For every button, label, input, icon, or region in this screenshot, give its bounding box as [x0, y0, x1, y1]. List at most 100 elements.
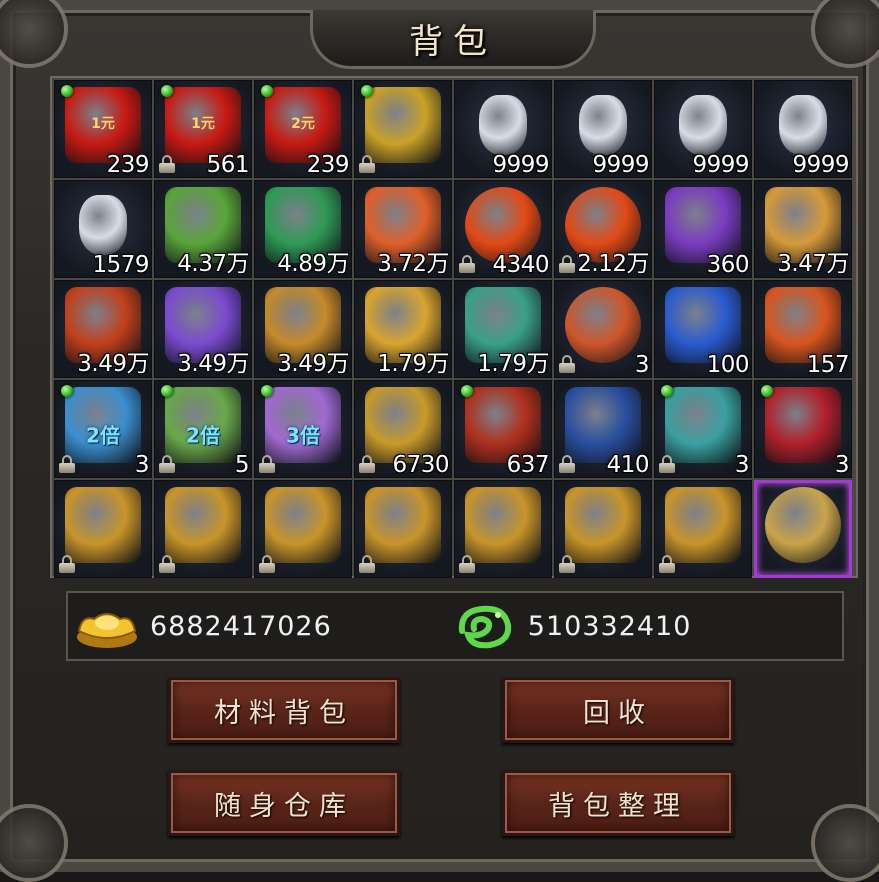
item-count: 3.49万 [177, 351, 249, 377]
lock-icon [259, 455, 275, 473]
inventory-slot[interactable]: 2倍 3 [54, 380, 152, 478]
inventory-slot[interactable]: 3倍 [254, 380, 352, 478]
lock-icon [359, 455, 375, 473]
item-count: 157 [806, 352, 850, 378]
item-count: 4.37万 [177, 251, 249, 277]
inventory-slot[interactable]: 1579 [54, 180, 152, 278]
inventory-slot[interactable]: 4.37万 [154, 180, 252, 278]
inventory-slot[interactable] [154, 480, 252, 578]
materials-bag-button[interactable]: 材料背包 [168, 677, 400, 743]
golden-ox-icon [65, 487, 141, 564]
inventory-slot[interactable]: 2倍 5 [154, 380, 252, 478]
green-gem-indicator-icon [61, 85, 73, 97]
gold-coin-icon [765, 487, 841, 564]
item-count: 239 [306, 152, 350, 178]
item-count: 3 [734, 452, 750, 478]
green-gem-indicator-icon [761, 385, 773, 397]
item-count: 637 [506, 452, 550, 478]
item-count: 360 [706, 252, 750, 278]
inventory-slot[interactable]: 360 [654, 180, 752, 278]
green-gem-indicator-icon [261, 385, 273, 397]
inventory-slot[interactable]: 4.89万 [254, 180, 352, 278]
bottom-left-ornament [0, 804, 68, 882]
item-count: 2.12万 [577, 251, 649, 277]
item-count: 3 [834, 452, 850, 478]
red-crystal-ball-icon [565, 287, 641, 364]
lock-icon [559, 355, 575, 373]
lock-icon [259, 555, 275, 573]
golden-dragon-icon [465, 487, 541, 564]
white-potion-bottle-icon [479, 95, 527, 156]
inventory-slot[interactable]: 3 [754, 380, 852, 478]
portable-storage-button[interactable]: 随身仓库 [168, 770, 400, 836]
inventory-slot[interactable] [654, 480, 752, 578]
item-count: 239 [106, 152, 150, 178]
inventory-slot[interactable]: 4340 [454, 180, 552, 278]
gold-book-icon [365, 87, 441, 164]
inventory-grid-frame: 1元 239 1元 561 2元 239 9999 9999 9999 9999 1579 4.37万… [50, 76, 858, 578]
window-title: 背包 [409, 21, 497, 62]
inventory-slot[interactable]: 6730 [354, 380, 452, 478]
item-count: 1.79万 [377, 351, 449, 377]
inventory-slot[interactable]: 3.49万 [254, 280, 352, 378]
inventory-slot[interactable]: 1元 561 [154, 80, 252, 178]
inventory-slot[interactable]: 1.79万 [354, 280, 452, 378]
inventory-slot[interactable]: 100 [654, 280, 752, 378]
inventory-slot[interactable] [254, 480, 352, 578]
inventory-slot[interactable]: 9999 [654, 80, 752, 178]
golden-horse-icon [665, 487, 741, 564]
item-count: 1.79万 [477, 351, 549, 377]
green-gem-indicator-icon [461, 385, 473, 397]
inventory-slot[interactable]: 3.49万 [54, 280, 152, 378]
inventory-slot[interactable] [554, 480, 652, 578]
item-count: 4340 [492, 252, 549, 278]
inventory-slot[interactable] [354, 80, 452, 178]
item-label: 3倍 [286, 423, 320, 448]
golden-rabbit-icon [365, 487, 441, 564]
white-potion-bottle-icon [579, 95, 627, 156]
item-count: 3.72万 [377, 251, 449, 277]
gold-amount: 6882417026 [150, 610, 332, 642]
inventory-slot[interactable]: 9999 [454, 80, 552, 178]
inventory-slot[interactable]: 2元 239 [254, 80, 352, 178]
inventory-slot[interactable]: 9999 [754, 80, 852, 178]
jade-dragon-coin-icon [458, 605, 511, 649]
item-count: 3 [634, 352, 650, 378]
lock-icon [559, 555, 575, 573]
inventory-slot[interactable]: 3 [554, 280, 652, 378]
sort-bag-button[interactable]: 背包整理 [502, 770, 734, 836]
inventory-slot[interactable]: 3.47万 [754, 180, 852, 278]
item-count: 9999 [492, 152, 549, 178]
item-count: 6730 [392, 452, 449, 478]
item-count: 1579 [92, 252, 149, 278]
inventory-window: 背包 1元 239 1元 561 2元 239 9999 9999 9999 9999 1579 4.… [0, 0, 879, 882]
lock-icon [659, 455, 675, 473]
lock-icon [459, 255, 475, 273]
inventory-slot[interactable] [54, 480, 152, 578]
inventory-slot[interactable]: 2.12万 [554, 180, 652, 278]
inventory-slot[interactable]: 410 [554, 380, 652, 478]
inventory-slot[interactable] [354, 480, 452, 578]
inventory-slot[interactable]: 9999 [554, 80, 652, 178]
inventory-slot[interactable] [754, 480, 852, 578]
inventory-grid: 1元 239 1元 561 2元 239 9999 9999 9999 9999 1579 4.37万… [54, 80, 852, 578]
inventory-slot[interactable]: 1.79万 [454, 280, 552, 378]
inventory-slot[interactable]: 3.49万 [154, 280, 252, 378]
item-count: 410 [606, 452, 650, 478]
green-gem-indicator-icon [361, 85, 373, 97]
inventory-slot[interactable]: 157 [754, 280, 852, 378]
item-count: 100 [706, 352, 750, 378]
green-gem-indicator-icon [161, 85, 173, 97]
inventory-slot[interactable] [454, 480, 552, 578]
item-count: 9999 [692, 152, 749, 178]
recycle-button[interactable]: 回收 [502, 677, 734, 743]
lock-icon [659, 555, 675, 573]
inventory-slot[interactable]: 637 [454, 380, 552, 478]
item-count: 4.89万 [277, 251, 349, 277]
item-label: 2倍 [186, 423, 220, 448]
inventory-slot[interactable]: 3 [654, 380, 752, 478]
lock-icon [59, 455, 75, 473]
golden-lion-icon [265, 487, 341, 564]
inventory-slot[interactable]: 1元 239 [54, 80, 152, 178]
inventory-slot[interactable]: 3.72万 [354, 180, 452, 278]
